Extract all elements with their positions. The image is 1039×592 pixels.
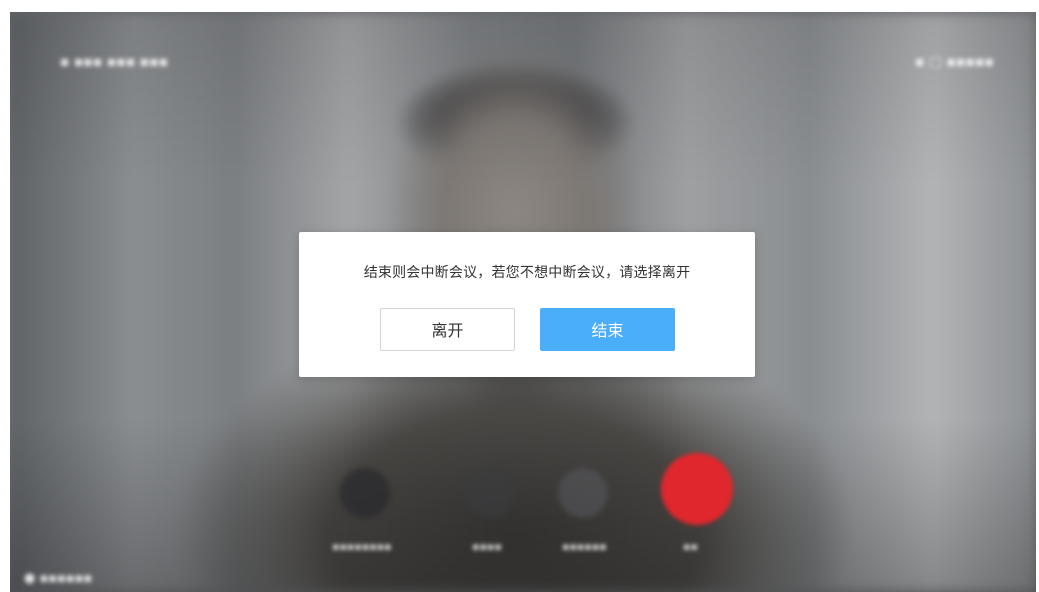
end-call-icon — [661, 453, 733, 525]
end-label-blurred: ▪▪ — [683, 540, 698, 553]
camera-label-blurred: ▪▪▪▪▪▪▪▪ — [332, 540, 392, 553]
camera-icon — [340, 468, 390, 518]
mic-label-blurred: ▪▪▪▪ — [472, 540, 502, 553]
participants-blurred: ▪ ▢ ▪▪▪▪▪ — [914, 54, 994, 70]
meeting-id-blurred: ▪ ▪▪▪ ▪▪▪ ▪▪▪ — [60, 54, 169, 70]
share-icon — [558, 468, 608, 518]
mic-icon — [465, 468, 515, 518]
share-label-blurred: ▪▪▪▪▪▪ — [562, 540, 607, 553]
end-meeting-dialog: 结束则会中断会议，若您不想中断会议，请选择离开 离开 结束 — [299, 232, 755, 377]
dialog-message: 结束则会中断会议，若您不想中断会议，请选择离开 — [363, 265, 691, 281]
end-button[interactable]: 结束 — [540, 308, 675, 351]
leave-button[interactable]: 离开 — [380, 308, 515, 351]
status-blurred: ● ▪▪▪▪▪▪ — [24, 571, 93, 586]
